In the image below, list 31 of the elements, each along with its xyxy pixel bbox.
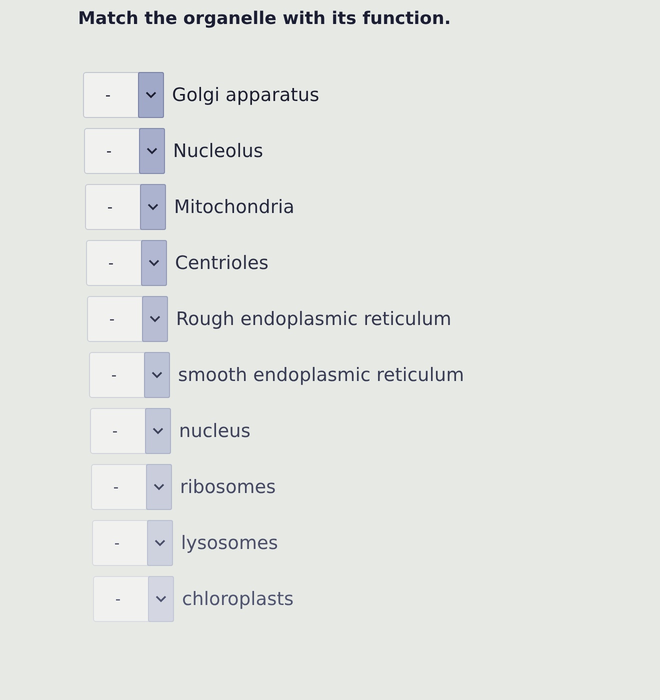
chevron-down-icon [140,184,166,230]
organelle-label: lysosomes [181,532,278,554]
chevron-down-icon [141,240,167,286]
organelle-label: nucleus [179,420,251,442]
organelle-label: Golgi apparatus [172,84,320,106]
select-dropdown[interactable]: - [85,184,166,230]
organelle-label: ribosomes [180,476,276,498]
chevron-down-icon [147,520,173,566]
organelle-label: Rough endoplasmic reticulum [176,308,452,330]
select-dropdown[interactable]: - [84,128,165,174]
select-dropdown[interactable]: - [91,464,172,510]
select-dropdown[interactable]: - [93,576,174,622]
chevron-down-icon [142,296,168,342]
organelle-label: Mitochondria [174,196,294,218]
select-dropdown[interactable]: - [92,520,173,566]
chevron-down-icon [144,352,170,398]
chevron-down-icon [139,128,165,174]
organelle-label: smooth endoplasmic reticulum [178,364,464,386]
select-dropdown[interactable]: - [90,408,171,454]
organelle-label: chloroplasts [182,588,294,610]
select-dropdown[interactable]: - [89,352,170,398]
organelle-label: Nucleolus [173,140,264,162]
question-title: Match the organelle with its function. [78,8,452,31]
chevron-down-icon [146,464,172,510]
chevron-down-icon [138,72,164,118]
select-dropdown[interactable]: - [83,72,164,118]
chevron-down-icon [148,576,174,622]
organelle-label: Centrioles [175,252,269,274]
select-dropdown[interactable]: - [87,296,168,342]
chevron-down-icon [145,408,171,454]
select-dropdown[interactable]: - [86,240,167,286]
